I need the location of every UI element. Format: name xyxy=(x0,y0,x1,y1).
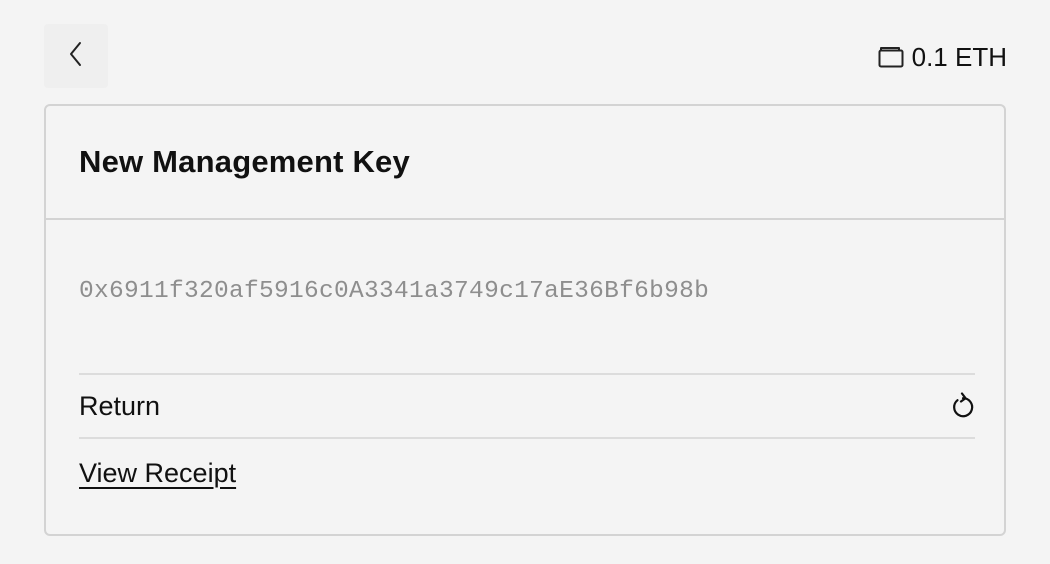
return-label: Return xyxy=(79,390,161,421)
wallet-icon xyxy=(878,46,904,68)
management-key-address: 0x6911f320af5916c0A3341a3749c17aE36Bf6b9… xyxy=(79,278,710,305)
management-key-card: New Management Key 0x6911f320af5916c0A33… xyxy=(44,104,1006,536)
rotate-ccw-icon xyxy=(949,392,975,420)
balance-amount: 0.1 ETH xyxy=(911,41,1007,72)
chevron-left-icon xyxy=(68,41,84,72)
receipt-row: View Receipt xyxy=(79,439,975,507)
return-button[interactable]: Return xyxy=(79,373,975,439)
back-button[interactable] xyxy=(44,24,108,88)
view-receipt-link[interactable]: View Receipt xyxy=(79,458,236,489)
card-title: New Management Key xyxy=(79,144,410,179)
card-header: New Management Key xyxy=(46,106,1004,220)
wallet-balance: 0.1 ETH xyxy=(878,40,1007,74)
